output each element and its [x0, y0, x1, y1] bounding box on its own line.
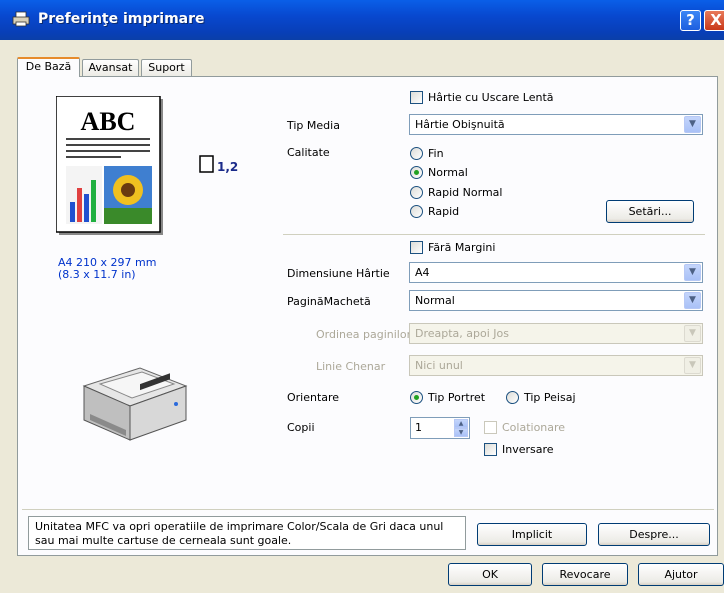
page-layout-label: PaginăMachetă: [287, 295, 371, 308]
quality-rapid-radio[interactable]: [410, 205, 423, 218]
print-preferences-window: Preferinţe imprimare ? X De Bază Avansat…: [0, 0, 724, 593]
orientation-label: Orientare: [287, 391, 340, 404]
tab-basic-label: De Bază: [25, 60, 72, 73]
paper-size-label: Dimensiune Hârtie: [287, 267, 390, 280]
quality-fine-label: Fin: [428, 147, 444, 160]
border-line-dropdown[interactable]: Nici unul ▼: [409, 355, 703, 376]
page-order-value: Dreapta, apoi Jos: [415, 327, 509, 340]
chevron-down-icon: ▼: [684, 292, 701, 309]
quality-fine-radio[interactable]: [410, 147, 423, 160]
copies-stepper[interactable]: 1 ▲ ▼: [410, 417, 470, 439]
title-bar: Preferinţe imprimare ? X: [0, 0, 724, 40]
quality-rapid-normal-radio[interactable]: [410, 186, 423, 199]
chevron-down-icon: ▼: [684, 325, 701, 342]
printer-illustration: [82, 367, 188, 441]
default-button[interactable]: Implicit: [477, 523, 587, 546]
borderless-label: Fără Margini: [428, 241, 496, 254]
quality-rapid-normal-label: Rapid Normal: [428, 186, 503, 199]
copies-value: 1: [415, 421, 422, 434]
tab-basic[interactable]: De Bază: [17, 57, 80, 77]
tab-advanced-label: Avansat: [88, 61, 133, 74]
chevron-down-icon: ▼: [684, 357, 701, 374]
reverse-label: Inversare: [502, 443, 554, 456]
preview-abc-text: ABC: [81, 107, 136, 136]
close-window-button[interactable]: X: [704, 10, 724, 31]
divider: [22, 509, 714, 510]
landscape-radio[interactable]: [506, 391, 519, 404]
tab-support-label: Suport: [148, 61, 185, 74]
page-layout-dropdown[interactable]: Normal ▼: [409, 290, 703, 311]
portrait-radio[interactable]: [410, 391, 423, 404]
paper-size-dropdown[interactable]: A4 ▼: [409, 262, 703, 283]
copies-icon-text: 1,2: [217, 160, 239, 174]
document-preview: ABC: [56, 96, 163, 235]
help-button[interactable]: Ajutor: [638, 563, 724, 586]
media-type-dropdown[interactable]: Hârtie Obişnuită ▼: [409, 114, 703, 135]
quality-normal-label: Normal: [428, 166, 468, 179]
slow-dry-checkbox[interactable]: [410, 91, 423, 104]
paper-size-value: A4: [415, 266, 430, 279]
about-button[interactable]: Despre...: [598, 523, 710, 546]
borderless-checkbox[interactable]: [410, 241, 423, 254]
border-line-value: Nici unul: [415, 359, 463, 372]
portrait-label: Tip Portret: [428, 391, 486, 404]
cancel-button[interactable]: Revocare: [542, 563, 628, 586]
chevron-down-icon: ▼: [684, 116, 701, 133]
copies-icon: [199, 155, 214, 173]
window-title: Preferinţe imprimare: [38, 11, 205, 27]
ok-button[interactable]: OK: [448, 563, 532, 586]
reverse-checkbox[interactable]: [484, 443, 497, 456]
quality-normal-radio[interactable]: [410, 166, 423, 179]
slow-dry-label: Hârtie cu Uscare Lentă: [428, 91, 554, 104]
tab-advanced[interactable]: Avansat: [82, 59, 139, 76]
quality-settings-button[interactable]: Setări...: [606, 200, 694, 223]
help-title-button[interactable]: ?: [680, 10, 701, 31]
chevron-down-icon: ▼: [684, 264, 701, 281]
quality-label: Calitate: [287, 146, 330, 159]
media-type-value: Hârtie Obişnuită: [415, 118, 505, 131]
collate-checkbox[interactable]: [484, 421, 497, 434]
ink-status-message: Unitatea MFC va opri operatiile de impri…: [28, 516, 466, 550]
page-order-dropdown[interactable]: Dreapta, apoi Jos ▼: [409, 323, 703, 344]
printer-icon: [12, 11, 30, 27]
chevron-up-icon[interactable]: ▲: [454, 419, 468, 428]
chevron-down-icon[interactable]: ▼: [454, 428, 468, 437]
media-type-label: Tip Media: [287, 119, 340, 132]
paper-size-info-line2: (8.3 x 11.7 in): [58, 268, 136, 281]
page-order-label: Ordinea paginilor: [316, 328, 412, 341]
quality-rapid-label: Rapid: [428, 205, 460, 218]
copies-label: Copii: [287, 421, 315, 434]
landscape-label: Tip Peisaj: [524, 391, 576, 404]
border-line-label: Linie Chenar: [316, 360, 386, 373]
page-layout-value: Normal: [415, 294, 455, 307]
divider: [283, 234, 705, 235]
tab-support[interactable]: Suport: [141, 59, 192, 76]
collate-label: Colationare: [502, 421, 566, 434]
